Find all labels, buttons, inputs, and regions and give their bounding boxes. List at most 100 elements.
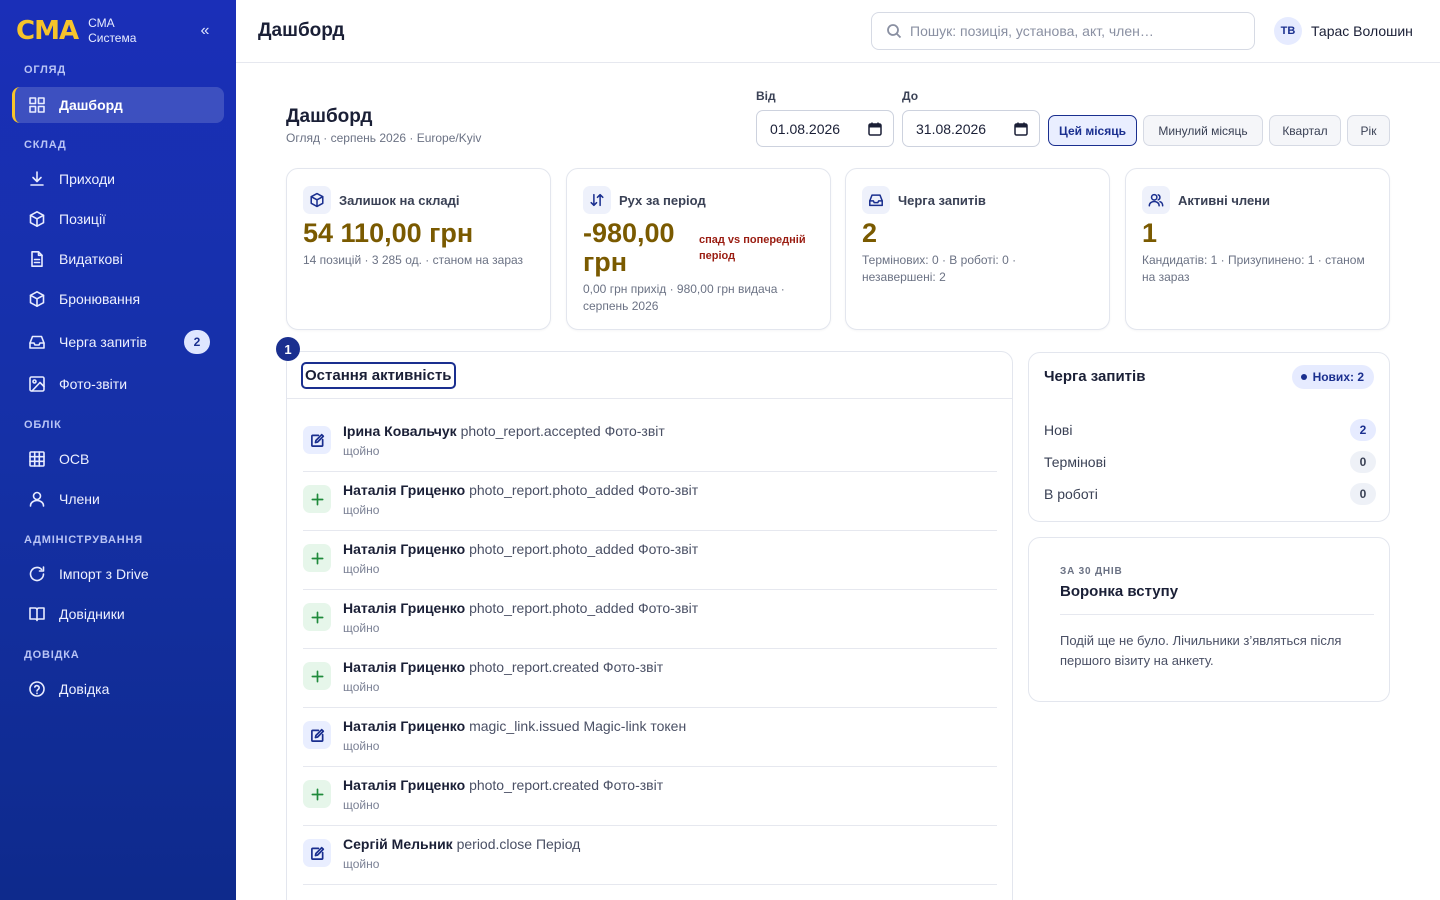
kpi-header: Залишок на складі [303,186,459,214]
sidebar-item-label: Дашборд [59,97,123,113]
kpi-card-request-queue[interactable]: Черга запитів 2 Термінових: 0 · В роботі… [845,168,1110,330]
search-box[interactable] [871,12,1255,50]
period-quarter-button[interactable]: Квартал [1269,115,1341,146]
activity-actor: Наталія Гриценко [343,600,466,616]
sidebar-item-osv[interactable]: ОСВ [12,441,224,477]
sidebar: СМА СМА Система « ОГЛЯД Дашборд СКЛАД Пр… [0,0,236,900]
activity-actor: Ірина Ковальчук [343,423,457,439]
activity-action: photo_report.photo_added Фото-звіт [469,600,699,616]
activity-text: Сергій Мельник period.close Період [343,836,580,852]
new-requests-label: Нових: 2 [1312,370,1364,384]
queue-row-in-progress[interactable]: В роботі 0 [1044,482,1376,506]
sidebar-item-label: Бронювання [59,291,141,307]
calendar-icon[interactable] [1014,122,1028,136]
activity-action: photo_report.accepted Фото-звіт [460,423,665,439]
activity-item[interactable]: Наталія Гриценко photo_report.photo_adde… [303,531,997,590]
kpi-label: Рух за період [619,192,706,208]
kpi-card-active-members[interactable]: Активні члени 1 Кандидатів: 1 · Призупин… [1125,168,1390,330]
queue-row-label: Нові [1044,422,1073,438]
sidebar-item-label: Члени [59,491,100,507]
user-icon [28,490,46,508]
sidebar-item-expenses[interactable]: Видаткові [12,241,224,277]
sidebar-item-label: Видаткові [59,251,123,267]
sidebar-item-dashboard[interactable]: Дашборд [12,87,224,123]
period-year-button[interactable]: Рік [1347,115,1390,146]
activity-action: photo_report.created Фото-звіт [469,777,664,793]
sidebar-item-drive-import[interactable]: Імпорт з Drive [12,556,224,592]
activity-actor: Наталія Гриценко [343,718,466,734]
plus-icon [303,544,331,572]
new-requests-pill[interactable]: Нових: 2 [1291,365,1374,389]
kpi-label: Залишок на складі [339,192,460,208]
activity-item[interactable]: Наталія Гриценко magic_link.issued Magic… [303,708,997,767]
kpi-note: 0,00 грн прихід · 980,00 грн видача · се… [583,282,785,313]
date-from-field[interactable]: 01.08.2026 [756,110,894,147]
date-from-value: 01.08.2026 [770,120,841,137]
nav-section-accounting: ОБЛІК [24,419,62,431]
sidebar-item-directories[interactable]: Довідники [12,596,224,632]
kpi-label: Черга запитів [898,192,986,208]
sidebar-item-label: Черга запитів [59,334,147,350]
kpi-note: 14 позицій · 3 285 од. · станом на зараз [303,253,524,267]
activity-text: Наталія Гриценко photo_report.created Фо… [343,659,663,675]
brand[interactable]: СМА СМА Система [16,16,136,46]
queue-row-urgent[interactable]: Термінові 0 [1044,450,1376,474]
sidebar-item-help[interactable]: Довідка [12,671,224,707]
kpi-card-stock[interactable]: Залишок на складі 54 110,00 грн 14 позиц… [286,168,551,330]
activity-item[interactable]: Наталія Гриценко photo_report.photo_adde… [303,472,997,531]
search-input[interactable] [910,23,1240,39]
activity-action: photo_report.created Фото-звіт [469,659,664,675]
activity-item[interactable]: Сергій Мельник period.close Період щойно [303,826,997,885]
page-title: Дашборд [286,106,373,127]
sidebar-item-positions[interactable]: Позиції [12,201,224,237]
calendar-icon[interactable] [868,122,882,136]
nav-section-help: ДОВІДКА [24,649,80,661]
kpi-card-movement[interactable]: Рух за період -980,00 грн спад vs попере… [566,168,831,330]
activity-item[interactable]: Наталія Гриценко photo_report.created Фо… [303,767,997,826]
sidebar-item-receipts[interactable]: Приходи [12,161,224,197]
kpi-value: 2 [862,218,878,248]
kpi-header: Черга запитів [862,186,986,214]
refresh-icon [28,565,46,583]
sidebar-item-label: Позиції [59,211,106,227]
recent-activity-panel: Остання активність Ірина Ковальчук photo… [286,351,1013,900]
user-menu[interactable]: ТВ Тарас Волошин [1274,17,1413,45]
queue-row-label: Термінові [1044,454,1107,470]
date-from-label: Від [756,89,776,103]
collapse-sidebar-button[interactable]: « [196,22,214,42]
sidebar-item-photo-reports[interactable]: Фото-звіти [12,366,224,402]
sidebar-item-request-queue[interactable]: Черга запитів 2 [12,324,224,360]
table-icon [28,450,46,468]
plus-icon [303,780,331,808]
activity-item[interactable]: Наталія Гриценко photo_report.created Фо… [303,649,997,708]
activity-title[interactable]: Остання активність [301,362,456,389]
sidebar-item-label: Фото-звіти [59,376,128,392]
kpi-note: Термінових: 0 · В роботі: 0 · незавершен… [862,253,1017,284]
sidebar-item-label: Довідка [59,681,110,697]
kpi-value-line1: -980,00 [583,218,675,248]
activity-item[interactable]: Наталія Гриценко photo_report.photo_adde… [303,590,997,649]
activity-item[interactable]: Ірина Ковальчук photo_report.accepted Фо… [303,413,997,472]
activity-action: magic_link.issued Magic-link токен [469,718,687,734]
date-to-field[interactable]: 31.08.2026 [902,110,1040,147]
brand-name-line1: СМА [88,16,115,30]
activity-time: щойно [343,680,380,694]
activity-time: щойно [343,621,380,635]
queue-row-new[interactable]: Нові 2 [1044,418,1376,442]
activity-actor: Наталія Гриценко [343,482,466,498]
nav-section-admin: АДМІНІСТРУВАННЯ [24,534,143,546]
period-last-month-button[interactable]: Минулий місяць [1143,115,1263,146]
inbox-icon [862,186,890,214]
sidebar-item-bookings[interactable]: Бронювання [12,281,224,317]
search-icon [887,24,902,39]
brand-name-line2: Система [88,31,137,45]
activity-text: Наталія Гриценко photo_report.photo_adde… [343,482,698,498]
funnel-kicker: ЗА 30 ДНІВ [1060,566,1123,577]
period-this-month-button[interactable]: Цей місяць [1048,115,1137,146]
image-icon [28,375,46,393]
sidebar-item-members[interactable]: Члени [12,481,224,517]
users-icon [1142,186,1170,214]
kpi-value-line2: грн [583,247,628,277]
sidebar-item-label: Імпорт з Drive [59,566,149,582]
activity-time: щойно [343,798,380,812]
